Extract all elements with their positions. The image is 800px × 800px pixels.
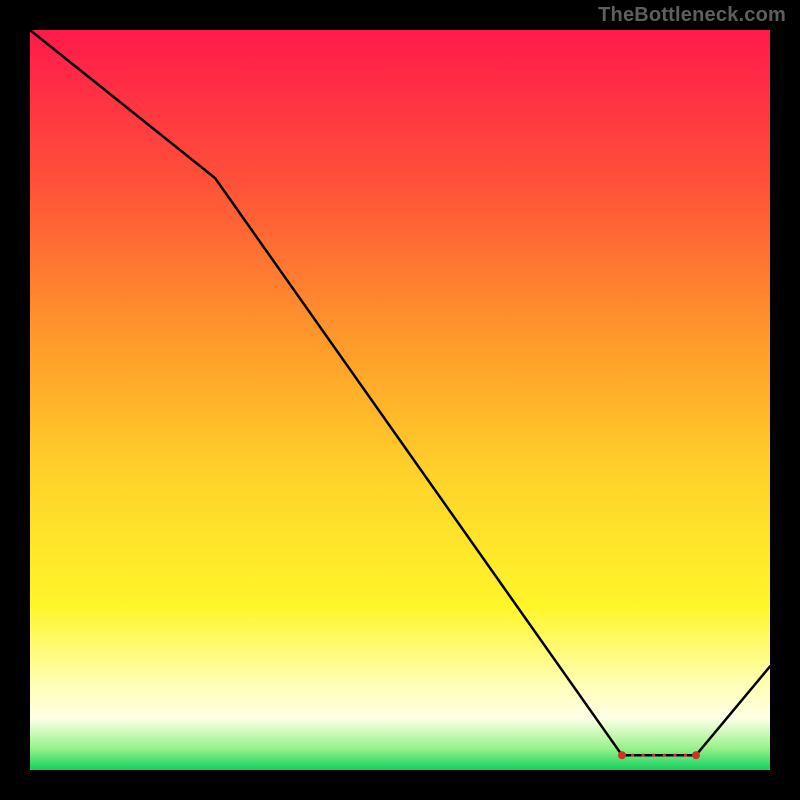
chart-background [30, 30, 770, 770]
chart-plot-area [30, 30, 770, 770]
optimal-marker [631, 754, 634, 757]
chart-stage: TheBottleneck.com [0, 0, 800, 800]
optimal-marker [618, 751, 626, 759]
optimal-marker [673, 754, 676, 757]
optimal-marker [663, 754, 666, 757]
optimal-marker [642, 754, 645, 757]
optimal-marker [652, 754, 655, 757]
watermark-text: TheBottleneck.com [598, 4, 786, 27]
chart-svg [30, 30, 770, 770]
optimal-marker [692, 751, 700, 759]
optimal-marker [684, 754, 687, 757]
